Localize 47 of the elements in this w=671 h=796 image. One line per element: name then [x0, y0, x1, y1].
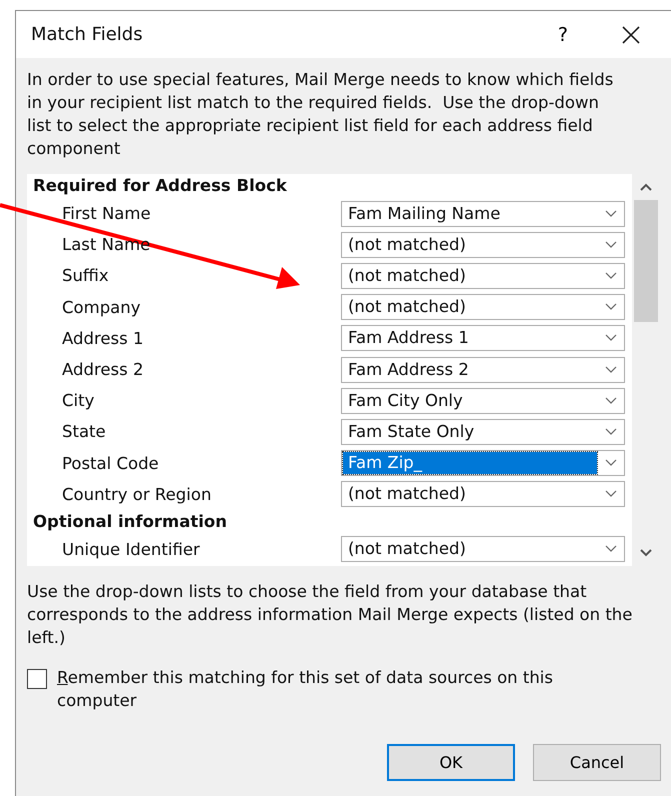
chevron-down-icon	[605, 366, 617, 374]
chevron-down-icon	[605, 396, 617, 405]
hint-text: Use the drop-down lists to choose the field from your database that corresponds to the address information Mail Merge expects (listed on the left.)	[27, 581, 634, 649]
field-label: Postal Code	[61, 454, 160, 473]
field-label: Last Name	[61, 235, 152, 254]
field-dropdown[interactable]: (not matched)	[341, 232, 625, 258]
field-dropdown[interactable]: Fam Address 2	[341, 356, 625, 383]
chevron-down-icon	[605, 545, 617, 554]
field-dropdown[interactable]: Fam Mailing Name	[341, 200, 625, 227]
scroll-down-icon[interactable]	[639, 548, 653, 558]
field-dropdown[interactable]: Fam Zip_	[341, 450, 625, 476]
field-label: Unique Identifier	[61, 540, 201, 559]
section-heading: Optional information	[32, 510, 228, 533]
field-label: City	[61, 391, 96, 410]
field-dropdown[interactable]: (not matched)	[341, 262, 625, 289]
scrollbar-thumb[interactable]	[634, 200, 658, 322]
field-dropdown[interactable]: Fam State Only	[341, 418, 625, 445]
chevron-down-icon	[605, 303, 617, 312]
close-icon[interactable]	[622, 26, 640, 44]
chevron-down-icon	[605, 428, 617, 436]
chevron-down-icon	[605, 210, 617, 218]
field-label: Country or Region	[61, 484, 212, 504]
field-dropdown[interactable]: (not matched)	[341, 294, 625, 320]
chevron-down-icon	[605, 240, 617, 249]
field-dropdown[interactable]: (not matched)	[341, 481, 625, 508]
remember-label: Remember this matching for this set of data sources on this computer	[57, 667, 554, 712]
scroll-up-icon[interactable]	[639, 182, 653, 192]
field-dropdown[interactable]: Fam City Only	[341, 388, 625, 414]
chevron-down-icon	[605, 272, 617, 280]
dialog-button[interactable]: Cancel	[533, 744, 661, 781]
field-label: Company	[61, 298, 142, 317]
help-button[interactable]: ?	[558, 24, 568, 46]
chevron-down-icon	[605, 459, 617, 468]
field-label: Suffix	[61, 266, 110, 286]
field-label: Address 1	[61, 328, 144, 348]
field-label: State	[61, 422, 107, 442]
field-label: Address 2	[61, 360, 144, 380]
dialog-button[interactable]: OK	[387, 744, 515, 781]
instructions-text: In order to use special features, Mail Merge needs to know which fields in your recipient list match to the required fields. Use the drop-down list to select the appropriate recipient list field for each address field component	[27, 69, 614, 160]
field-label: First Name	[61, 204, 152, 224]
section-heading: Required for Address Block	[32, 175, 288, 197]
remember-checkbox[interactable]	[27, 669, 47, 689]
chevron-down-icon	[605, 490, 617, 498]
chevron-down-icon	[605, 334, 617, 342]
window-title: Match Fields	[31, 24, 144, 45]
field-dropdown[interactable]: (not matched)	[341, 536, 625, 562]
field-dropdown[interactable]: Fam Address 1	[341, 325, 625, 352]
